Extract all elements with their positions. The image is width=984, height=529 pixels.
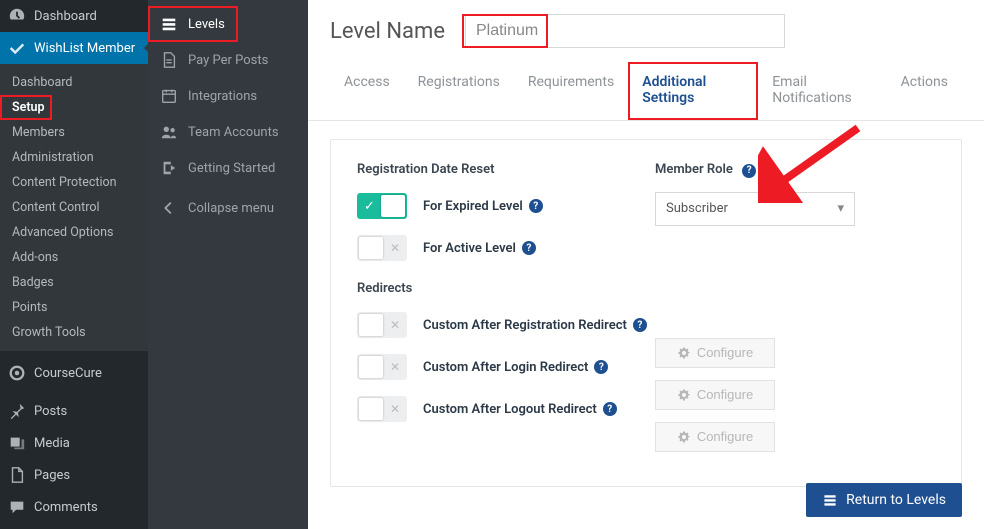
tab-actions[interactable]: Actions — [887, 62, 962, 120]
submenu-content-protection[interactable]: Content Protection — [0, 170, 148, 195]
wlm-item-label: Collapse menu — [188, 201, 274, 216]
sidebar-item-label: Dashboard — [34, 9, 97, 24]
help-icon[interactable]: ? — [742, 164, 756, 178]
exit-icon — [160, 159, 178, 177]
submenu-advanced-options[interactable]: Advanced Options — [0, 220, 148, 245]
submenu-badges[interactable]: Badges — [0, 270, 148, 295]
page-title: Level Name — [330, 19, 445, 44]
tab-registrations[interactable]: Registrations — [404, 62, 514, 120]
wlm-item-levels[interactable]: Levels — [148, 6, 238, 42]
wlm-item-label: Integrations — [188, 89, 257, 104]
sidebar-item-posts[interactable]: Posts — [0, 395, 148, 427]
section-member-role: Member Role ? — [655, 162, 935, 178]
wlm-item-team-accounts[interactable]: Team Accounts — [148, 114, 308, 150]
help-icon[interactable]: ? — [633, 318, 647, 332]
page-icon — [8, 466, 26, 484]
wlm-item-label: Pay Per Posts — [188, 53, 268, 68]
submenu-administration[interactable]: Administration — [0, 145, 148, 170]
tab-access[interactable]: Access — [330, 62, 404, 120]
setting-label: For Active Level — [423, 241, 516, 256]
submenu-members[interactable]: Members — [0, 120, 148, 145]
section-redirects: Redirects — [357, 281, 655, 296]
help-icon[interactable]: ? — [522, 241, 536, 255]
sidebar-item-pages[interactable]: Pages — [0, 459, 148, 491]
setting-label: Custom After Login Redirect — [423, 360, 588, 375]
sidebar-item-comments[interactable]: Comments — [0, 491, 148, 523]
toggle-after-login[interactable] — [357, 354, 407, 380]
wlm-item-collapse[interactable]: Collapse menu — [148, 190, 308, 226]
toggle-after-registration[interactable] — [357, 312, 407, 338]
submenu-points[interactable]: Points — [0, 295, 148, 320]
sidebar-item-label: WishList Member — [34, 41, 135, 56]
member-role-select[interactable]: Subscriber ▾ — [655, 192, 855, 226]
comment-icon — [8, 498, 26, 516]
toggle-after-logout[interactable] — [357, 396, 407, 422]
sidebar-item-wishlist[interactable]: WishList Member — [0, 32, 148, 64]
help-icon[interactable]: ? — [603, 402, 617, 416]
wlm-item-getting-started[interactable]: Getting Started — [148, 150, 308, 186]
section-registration-reset: Registration Date Reset — [357, 162, 655, 177]
wlm-item-pay-per-posts[interactable]: Pay Per Posts — [148, 42, 308, 78]
configure-after-registration[interactable]: Configure — [655, 338, 775, 368]
wlm-item-label: Levels — [188, 17, 225, 32]
tab-email-notifications[interactable]: Email Notifications — [758, 62, 886, 120]
sidebar-item-label: Media — [34, 436, 70, 451]
gear-icon — [677, 430, 691, 444]
submenu-dashboard[interactable]: Dashboard — [0, 70, 148, 95]
level-name-input[interactable] — [465, 14, 785, 48]
tab-additional-settings[interactable]: Additional Settings — [628, 62, 758, 120]
wlm-item-label: Getting Started — [188, 161, 275, 176]
media-icon — [8, 434, 26, 452]
sidebar-submenu: Dashboard Setup Members Administration C… — [0, 64, 148, 351]
configure-after-login[interactable]: Configure — [655, 380, 775, 410]
select-value: Subscriber — [666, 201, 728, 216]
tab-bar: Access Registrations Requirements Additi… — [308, 62, 984, 121]
people-icon — [160, 123, 178, 141]
gauge-icon — [8, 7, 26, 25]
gear-icon — [677, 346, 691, 360]
pin-icon — [8, 402, 26, 420]
help-icon[interactable]: ? — [594, 360, 608, 374]
chevron-down-icon: ▾ — [837, 201, 844, 216]
chevron-left-icon — [160, 199, 178, 217]
tab-requirements[interactable]: Requirements — [514, 62, 628, 120]
sidebar-item-label: Pages — [34, 468, 70, 483]
setting-label: Custom After Registration Redirect — [423, 318, 627, 333]
submenu-content-control[interactable]: Content Control — [0, 195, 148, 220]
submenu-growth-tools[interactable]: Growth Tools — [0, 320, 148, 345]
sidebar-item-media[interactable]: Media — [0, 427, 148, 459]
list-icon — [822, 492, 838, 508]
submenu-add-ons[interactable]: Add-ons — [0, 245, 148, 270]
toggle-for-active-level[interactable] — [357, 235, 407, 261]
toggle-for-expired-level[interactable] — [357, 193, 407, 219]
list-icon — [160, 15, 178, 33]
sidebar-item-label: Comments — [34, 500, 98, 515]
sidebar-item-coursecure[interactable]: CourseCure — [0, 357, 148, 389]
configure-after-logout[interactable]: Configure — [655, 422, 775, 452]
wlm-item-integrations[interactable]: Integrations — [148, 78, 308, 114]
setting-label: Custom After Logout Redirect — [423, 402, 597, 417]
help-icon[interactable]: ? — [529, 199, 543, 213]
doc-icon — [160, 51, 178, 69]
sidebar-item-label: CourseCure — [34, 366, 102, 381]
sidebar-item-label: Posts — [34, 404, 67, 419]
calendar-icon — [160, 87, 178, 105]
setting-label: For Expired Level — [423, 199, 523, 214]
submenu-setup[interactable]: Setup — [0, 95, 52, 120]
return-to-levels-button[interactable]: Return to Levels — [806, 483, 962, 517]
sidebar-item-dashboard[interactable]: Dashboard — [0, 0, 148, 32]
check-icon — [8, 39, 26, 57]
record-icon — [8, 364, 26, 382]
gear-icon — [677, 388, 691, 402]
wlm-item-label: Team Accounts — [188, 125, 279, 140]
